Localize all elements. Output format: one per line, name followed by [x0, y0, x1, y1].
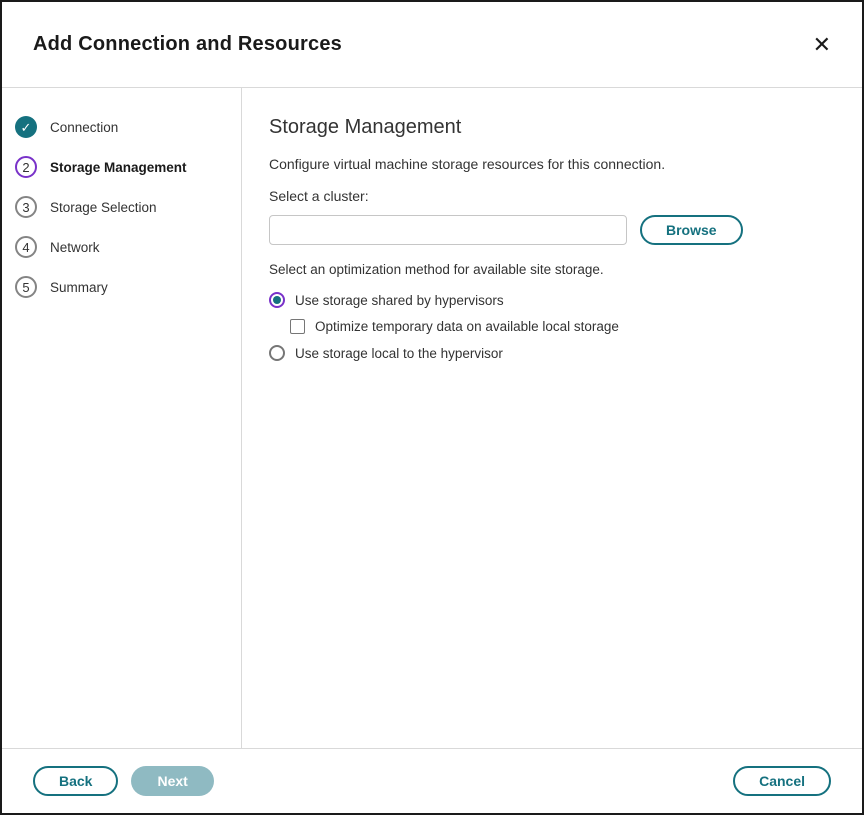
step-number-badge: 5 — [15, 276, 37, 298]
checkbox-optimize-temp-data[interactable]: Optimize temporary data on available loc… — [290, 319, 822, 334]
optimization-method-label: Select an optimization method for availa… — [269, 262, 822, 277]
step-done-icon: ✓ — [15, 116, 37, 138]
dialog-body: ✓ Connection 2 Storage Management 3 Stor… — [2, 88, 862, 748]
browse-button[interactable]: Browse — [640, 215, 743, 245]
add-connection-resources-dialog: Add Connection and Resources ✕ ✓ Connect… — [0, 0, 864, 815]
step-number-badge: 4 — [15, 236, 37, 258]
step-number-badge: 3 — [15, 196, 37, 218]
step-number-badge: 2 — [15, 156, 37, 178]
step-network[interactable]: 4 Network — [15, 235, 241, 259]
step-storage-management[interactable]: 2 Storage Management — [15, 155, 241, 179]
close-icon[interactable]: ✕ — [813, 34, 831, 56]
dialog-title: Add Connection and Resources — [33, 33, 342, 56]
cluster-input[interactable] — [269, 215, 627, 245]
step-label: Connection — [50, 120, 118, 135]
storage-management-panel: Storage Management Configure virtual mac… — [242, 88, 862, 748]
step-connection[interactable]: ✓ Connection — [15, 115, 241, 139]
step-summary[interactable]: 5 Summary — [15, 275, 241, 299]
back-button[interactable]: Back — [33, 766, 118, 796]
cancel-button[interactable]: Cancel — [733, 766, 831, 796]
page-description: Configure virtual machine storage resour… — [269, 156, 822, 172]
step-label: Network — [50, 240, 100, 255]
cluster-field-label: Select a cluster: — [269, 188, 822, 204]
checkbox-unchecked-icon[interactable] — [290, 319, 305, 334]
footer-left-buttons: Back Next — [33, 766, 214, 796]
check-icon: ✓ — [21, 121, 32, 134]
radio-label: Use storage shared by hypervisors — [295, 293, 504, 308]
dialog-footer: Back Next Cancel — [2, 748, 862, 813]
wizard-steps-sidebar: ✓ Connection 2 Storage Management 3 Stor… — [2, 88, 242, 748]
checkbox-label: Optimize temporary data on available loc… — [315, 319, 619, 334]
step-label: Storage Selection — [50, 200, 157, 215]
cluster-row: Browse — [269, 215, 822, 245]
radio-label: Use storage local to the hypervisor — [295, 346, 503, 361]
step-storage-selection[interactable]: 3 Storage Selection — [15, 195, 241, 219]
radio-dot — [273, 296, 281, 304]
step-label: Summary — [50, 280, 108, 295]
radio-storage-local[interactable]: Use storage local to the hypervisor — [269, 345, 822, 361]
radio-selected-icon[interactable] — [269, 292, 285, 308]
next-button[interactable]: Next — [131, 766, 213, 796]
dialog-header: Add Connection and Resources ✕ — [2, 2, 862, 88]
radio-storage-shared[interactable]: Use storage shared by hypervisors — [269, 292, 822, 308]
step-label: Storage Management — [50, 160, 187, 175]
page-title: Storage Management — [269, 116, 822, 139]
radio-unselected-icon[interactable] — [269, 345, 285, 361]
